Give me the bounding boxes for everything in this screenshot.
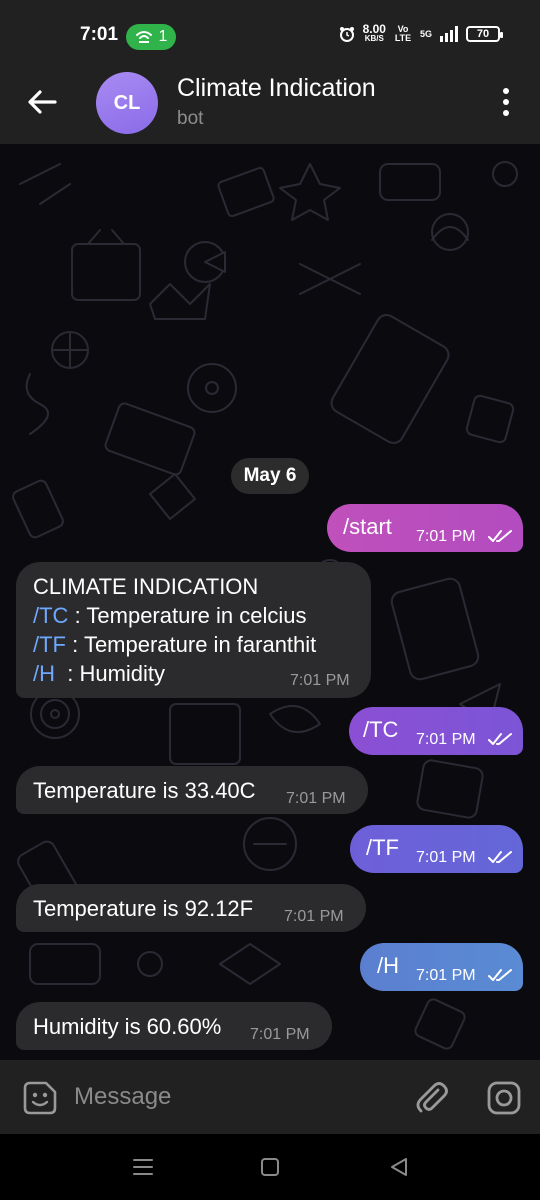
date-label: May 6 [243, 465, 297, 486]
message-text: /start [343, 514, 392, 539]
message-time: 7:01 PM [290, 672, 350, 689]
avatar[interactable]: CL [96, 72, 158, 134]
message-bubble-incoming[interactable]: Temperature is 33.40C 7:01 PM [16, 766, 368, 814]
chat-header: CL Climate Indication bot [0, 60, 540, 144]
system-navigation-bar [0, 1134, 540, 1200]
message-time: 7:01 PM [286, 790, 346, 807]
avatar-initials: CL [113, 91, 141, 114]
speed-value: 8.00 [362, 22, 386, 36]
message-text: /TC [363, 717, 399, 742]
status-time: 7:01 [80, 24, 119, 45]
more-dot [503, 99, 509, 105]
network-type: 5G [419, 28, 432, 39]
signal-icon [440, 26, 458, 42]
command-link[interactable]: /TF [33, 632, 66, 657]
message-input[interactable] [74, 1076, 394, 1118]
back-button[interactable] [24, 82, 60, 122]
double-check-icon [488, 851, 512, 863]
back-nav-icon[interactable] [386, 1154, 412, 1180]
command-link[interactable]: /H [33, 661, 55, 686]
home-icon[interactable] [257, 1154, 283, 1180]
more-vertical-icon [503, 88, 509, 94]
status-icons: 8.00 KB/S Vo LTE 5G 70 [339, 22, 503, 44]
message-bubble-incoming[interactable]: CLIMATE INDICATION /TC : Temperature in … [16, 562, 371, 698]
message-time: 7:01 PM [250, 1026, 310, 1043]
chat-title[interactable]: Climate Indication [177, 74, 376, 103]
message-line: /H : Humidity [33, 661, 165, 687]
double-check-icon [488, 530, 512, 542]
more-dot [503, 110, 509, 116]
double-check-icon [488, 969, 512, 981]
message-text: /TF [366, 835, 399, 860]
paperclip-icon[interactable] [412, 1078, 450, 1116]
message-line: CLIMATE INDICATION [33, 574, 259, 599]
message-text: /H [377, 953, 399, 978]
message-time: 7:01 PM [416, 731, 476, 748]
message-time: 7:01 PM [416, 528, 476, 545]
command-link[interactable]: /TC [33, 603, 68, 628]
status-bar: 7:01 1 8.00 KB/S Vo LTE 5G 70 [0, 0, 540, 60]
chat-area[interactable]: May 6 /start 7:01 PM CLIMATE INDICATION … [0, 144, 540, 1060]
volte-label: Vo LTE [394, 24, 412, 43]
message-composer [0, 1060, 540, 1134]
message-bubble-incoming[interactable]: Humidity is 60.60% 7:01 PM [16, 1002, 332, 1050]
message-line: /TC : Temperature in celcius [33, 603, 307, 629]
hotspot-indicator: 1 [126, 24, 176, 50]
hotspot-icon [135, 31, 152, 43]
message-time: 7:01 PM [416, 849, 476, 866]
command-description: : Temperature in faranthit [66, 632, 317, 657]
hotspot-count: 1 [158, 28, 168, 45]
message-line: /TF : Temperature in faranthit [33, 632, 316, 658]
message-text: Temperature is 33.40C [33, 778, 256, 803]
network-speed: 8.00 KB/S [362, 22, 386, 44]
chat-subtitle: bot [177, 108, 204, 129]
battery-level: 70 [476, 28, 490, 40]
message-bubble-outgoing[interactable]: /H 7:01 PM [360, 943, 523, 991]
message-text: Humidity is 60.60% [33, 1014, 222, 1039]
camera-icon[interactable] [484, 1078, 524, 1118]
double-check-icon [488, 733, 512, 745]
message-bubble-outgoing[interactable]: /start 7:01 PM [327, 504, 523, 552]
message-bubble-incoming[interactable]: Temperature is 92.12F 7:01 PM [16, 884, 366, 932]
date-separator: May 6 [231, 458, 309, 494]
speed-unit: KB/S [364, 34, 384, 43]
recent-apps-icon[interactable] [130, 1154, 156, 1180]
message-bubble-outgoing[interactable]: /TC 7:01 PM [349, 707, 523, 755]
message-time: 7:01 PM [284, 908, 344, 925]
message-text: Temperature is 92.12F [33, 896, 254, 921]
battery-indicator: 70 [466, 26, 503, 42]
arrow-left-icon [28, 90, 57, 114]
message-time: 7:01 PM [416, 967, 476, 984]
command-description: : Humidity [55, 661, 166, 686]
message-bubble-outgoing[interactable]: /TF 7:01 PM [350, 825, 523, 873]
sticker-emoji-icon[interactable] [22, 1080, 58, 1116]
more-options-button[interactable] [496, 84, 516, 120]
command-description: : Temperature in celcius [68, 603, 307, 628]
alarm-icon [339, 27, 354, 42]
